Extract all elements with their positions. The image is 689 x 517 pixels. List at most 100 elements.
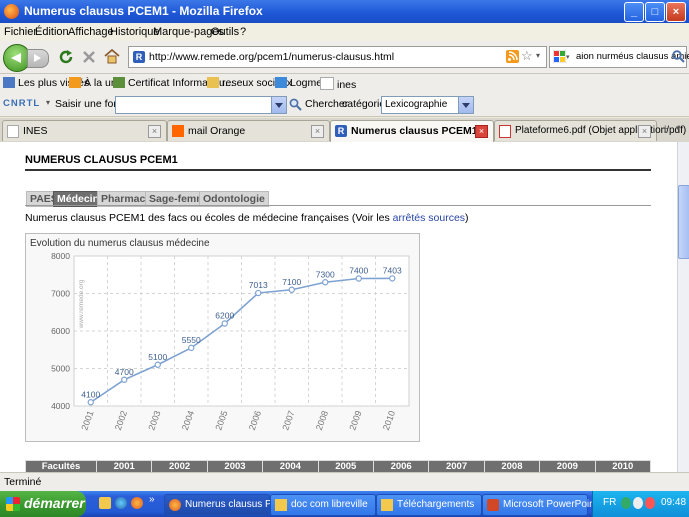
quicklaunch-ie-icon[interactable] [115, 497, 127, 509]
bookmark-star-icon[interactable]: ☆ [521, 48, 533, 64]
page-icon [7, 125, 19, 138]
task-doc-com-libreville[interactable]: doc com libreville [270, 494, 376, 516]
site-favicon: R [335, 125, 347, 137]
x-tick-label: 2001 [79, 409, 95, 431]
table-header-year: 2010 [594, 460, 652, 472]
folder-icon [207, 77, 219, 88]
quicklaunch-desktop-icon[interactable] [99, 497, 111, 509]
bluetooth-icon[interactable] [621, 497, 631, 509]
tab-numerus-clausus[interactable]: R Numerus clausus PCEM1 × [330, 120, 494, 143]
menu-fichier[interactable]: Fichier [4, 26, 37, 38]
data-label: 7300 [316, 269, 335, 279]
status-text: Terminé [4, 476, 42, 488]
data-point [355, 275, 362, 282]
x-tick-label: 2008 [314, 409, 330, 431]
url-text: http://www.remede.org/pcem1/numerus-clau… [149, 51, 395, 63]
chart-panel: Evolution du numerus clausus médecine 40… [25, 233, 420, 442]
menu-outils[interactable]: Outils [211, 26, 239, 38]
data-point [322, 279, 329, 286]
home-icon[interactable] [104, 48, 120, 64]
search-engine-dropdown-icon[interactable]: ▾ [566, 53, 570, 61]
tab-ines[interactable]: INES × [2, 120, 167, 141]
network-icon[interactable] [633, 497, 643, 509]
close-button[interactable]: × [666, 2, 686, 22]
search-bar[interactable]: ▾ aion nurméus clausus amiens [549, 46, 689, 68]
window-title-bar: Numerus clausus PCEM1 - Mozilla Firefox … [0, 0, 689, 23]
rss-feed-icon[interactable] [506, 50, 519, 63]
menu-affichage[interactable]: Affichage [68, 26, 114, 38]
task-telechargements[interactable]: Téléchargements [376, 494, 482, 516]
stop-icon[interactable] [82, 50, 96, 64]
folder-icon [381, 499, 393, 511]
data-label: 7013 [249, 280, 268, 290]
maximize-button[interactable]: □ [645, 2, 665, 22]
data-label: 6200 [215, 311, 234, 321]
table-header-year: 2002 [151, 460, 208, 472]
clock: 09:48 [661, 497, 687, 508]
table-header-year: 2005 [317, 460, 374, 472]
quicklaunch-firefox-icon[interactable] [131, 497, 143, 509]
url-dropdown-icon[interactable]: ▾ [536, 51, 540, 60]
data-point [154, 361, 161, 368]
pdf-icon [499, 125, 511, 138]
table-header-year: 2004 [262, 460, 319, 472]
arretes-link[interactable]: arrêtés [393, 212, 426, 224]
category-value: Lexicographie [385, 99, 448, 110]
reload-icon[interactable] [58, 49, 74, 65]
data-label: 7403 [383, 265, 402, 275]
task-firefox[interactable]: Numerus clausus PCE... [164, 494, 294, 516]
data-label: 4100 [81, 389, 100, 399]
page-content: NUMERUS CLAUSUS PCEM1 PAES Médecine Phar… [0, 142, 677, 472]
forward-button[interactable] [27, 49, 49, 68]
cnrtl-toolbar: CNRTL ▾ Saisir une forme: Chercher catég… [0, 94, 689, 117]
page-title: NUMERUS CLAUSUS PCEM1 [25, 154, 178, 166]
cnrtl-menu-chevron-icon[interactable]: ▾ [46, 98, 50, 107]
language-indicator[interactable]: FR [603, 497, 616, 508]
scrollbar-thumb[interactable] [678, 185, 689, 259]
category-select[interactable]: Lexicographie [381, 96, 474, 114]
category-dropdown-icon[interactable] [458, 97, 473, 113]
data-label: 5550 [182, 335, 201, 345]
search-icon[interactable] [672, 50, 685, 63]
menu-edition[interactable]: Édition [35, 26, 69, 38]
form-dropdown-icon[interactable] [271, 97, 286, 113]
tab-close-icon[interactable]: × [638, 125, 651, 138]
data-point [121, 376, 128, 383]
security-icon[interactable] [645, 497, 655, 509]
bookmarks-toolbar: Les plus visités À la une Certificat Inf… [0, 74, 689, 94]
minimize-button[interactable]: _ [624, 2, 644, 22]
chart-watermark: www.remede.org [78, 279, 85, 329]
status-bar: Terminé [0, 472, 689, 491]
search-icon[interactable] [289, 98, 302, 111]
search-engine-icon[interactable] [553, 50, 566, 63]
x-tick-label: 2005 [213, 409, 229, 431]
data-label: 7100 [282, 277, 301, 287]
firefox-icon [4, 4, 19, 19]
url-bar[interactable]: R http://www.remede.org/pcem1/numerus-cl… [128, 46, 547, 68]
form-input[interactable] [115, 96, 287, 114]
sources-link[interactable]: sources [428, 212, 465, 224]
rss-icon [69, 77, 81, 88]
new-tab-icon[interactable]: + [662, 123, 668, 135]
menu-help[interactable]: ? [240, 26, 246, 38]
tab-close-icon[interactable]: × [475, 125, 488, 138]
site-icon [113, 77, 125, 88]
cnrtl-logo: CNRTL [3, 98, 41, 109]
task-powerpoint[interactable]: Microsoft PowerPoint ... [482, 494, 609, 516]
page-icon [320, 77, 334, 90]
y-tick-label: 7000 [51, 289, 70, 299]
table-header-year: 2003 [206, 460, 264, 472]
tab-bar: INES × mail Orange × R Numerus clausus P… [0, 118, 689, 143]
bookmark-ines[interactable]: ines [320, 77, 356, 91]
data-point [389, 275, 396, 282]
line-chart: 4000 5000 6000 7000 8000 www.remede.org 4100 47… [51, 251, 410, 432]
tab-close-icon[interactable]: × [148, 125, 161, 138]
table-header-row: Facultés 2001 2002 2003 2004 2005 2006 2007 2008… [25, 460, 652, 472]
tab-list-icon[interactable]: ▾ [676, 123, 681, 134]
quicklaunch-more-icon[interactable]: » [149, 494, 155, 505]
tab-close-icon[interactable]: × [311, 125, 324, 138]
start-button[interactable]: démarrer [0, 491, 86, 517]
tab-plateforme-pdf[interactable]: Plateforme6.pdf (Objet application/pdf) … [494, 120, 686, 141]
logmein-icon [275, 77, 287, 88]
tab-mail-orange[interactable]: mail Orange × [167, 120, 330, 141]
